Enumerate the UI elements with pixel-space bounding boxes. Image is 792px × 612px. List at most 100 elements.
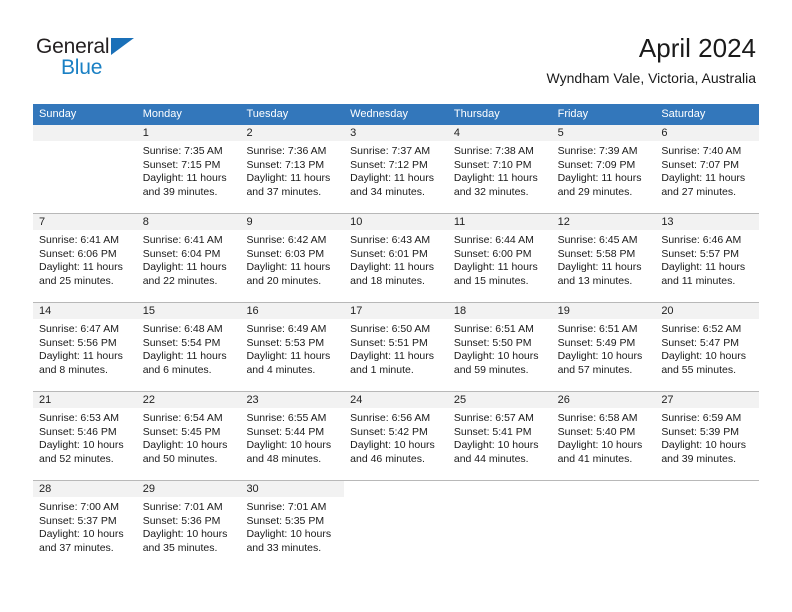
sunrise-time: Sunrise: 6:48 AM — [142, 323, 223, 335]
day-number: 29 — [136, 481, 241, 497]
calendar-day-cell[interactable]: 9 Sunrise: 6:42 AM Sunset: 6:03 PM Daylight… — [240, 214, 345, 302]
calendar-day-cell[interactable]: 29 Sunrise: 7:01 AM Sunset: 5:36 PM Dayligh… — [136, 481, 241, 574]
daylight-duration-line2: and 32 minutes. — [453, 185, 529, 198]
daylight-duration-line2: and 34 minutes. — [350, 185, 425, 198]
calendar-day-cell[interactable]: 17 Sunrise: 6:50 AM Sunset: 5:51 PM Dayligh… — [344, 303, 448, 391]
sunset-time: Sunset: 7:12 PM — [350, 158, 428, 171]
sunrise-time: Sunrise: 7:40 AM — [661, 145, 742, 157]
daylight-duration-line1: Daylight: 11 hours — [39, 350, 123, 363]
weekday-tuesday: Tuesday — [246, 108, 289, 120]
daylight-duration-line1: Daylight: 10 hours — [350, 439, 435, 452]
calendar-day-cell[interactable]: 15 Sunrise: 6:48 AM Sunset: 5:54 PM Dayligh… — [136, 303, 241, 391]
calendar-week-row: 7 Sunrise: 6:41 AM Sunset: 6:06 PM Daylight… — [33, 214, 760, 303]
daylight-duration-line1: Daylight: 10 hours — [557, 350, 643, 363]
daylight-duration-line1: Daylight: 11 hours — [350, 261, 435, 274]
page-title: April 2024 — [638, 33, 756, 63]
daylight-duration-line1: Daylight: 11 hours — [246, 261, 331, 274]
day-number: 27 — [655, 392, 760, 408]
day-number: 22 — [136, 392, 241, 408]
calendar-day-cell[interactable]: 5 Sunrise: 7:39 AM Sunset: 7:09 PM Daylight… — [551, 125, 656, 213]
calendar-day-cell[interactable]: 11 Sunrise: 6:44 AM Sunset: 6:00 PM Dayligh… — [447, 214, 552, 302]
day-details: Sunrise: 6:58 AM Sunset: 5:40 PM Daylight:… — [552, 408, 656, 466]
daylight-duration-line1: Daylight: 11 hours — [661, 261, 746, 274]
daylight-duration-line2: and 37 minutes. — [246, 185, 322, 198]
calendar-day-cell[interactable]: 21 Sunrise: 6:53 AM Sunset: 5:46 PM Dayligh… — [33, 392, 137, 480]
daylight-duration-line2: and 13 minutes. — [557, 274, 633, 287]
day-number: 25 — [447, 392, 552, 408]
calendar-day-cell[interactable]: 10 Sunrise: 6:43 AM Sunset: 6:01 PM Dayligh… — [344, 214, 448, 302]
calendar-day-cell[interactable]: 16 Sunrise: 6:49 AM Sunset: 5:53 PM Dayligh… — [240, 303, 345, 391]
sunrise-time: Sunrise: 6:57 AM — [453, 412, 534, 424]
calendar-day-cell[interactable]: 3 Sunrise: 7:37 AM Sunset: 7:12 PM Daylight… — [344, 125, 448, 213]
sunrise-time: Sunrise: 7:39 AM — [557, 145, 638, 157]
calendar-day-cell[interactable]: 20 Sunrise: 6:52 AM Sunset: 5:47 PM Dayligh… — [655, 303, 760, 391]
sunset-time: Sunset: 5:37 PM — [39, 514, 117, 527]
day-number: 1 — [136, 125, 241, 141]
day-details: Sunrise: 6:45 AM Sunset: 5:58 PM Daylight:… — [552, 230, 656, 288]
calendar-empty-cell — [33, 125, 137, 213]
daylight-duration-line2: and 39 minutes. — [142, 185, 218, 198]
calendar-day-cell[interactable]: 27 Sunrise: 6:59 AM Sunset: 5:39 PM Dayligh… — [655, 392, 760, 480]
sunrise-time: Sunrise: 6:44 AM — [453, 234, 534, 246]
sunset-time: Sunset: 7:07 PM — [661, 158, 739, 171]
calendar-day-cell[interactable]: 2 Sunrise: 7:36 AM Sunset: 7:13 PM Daylight… — [240, 125, 345, 213]
sunrise-time: Sunrise: 7:00 AM — [39, 501, 119, 513]
calendar-day-cell[interactable]: 19 Sunrise: 6:51 AM Sunset: 5:49 PM Dayligh… — [551, 303, 656, 391]
day-details: Sunrise: 6:56 AM Sunset: 5:42 PM Daylight:… — [344, 408, 448, 466]
day-number: 30 — [240, 481, 345, 497]
page-subtitle: Wyndham Vale, Victoria, Australia — [546, 70, 756, 86]
weekday-monday: Monday — [142, 108, 182, 120]
calendar-day-cell[interactable]: 30 Sunrise: 7:01 AM Sunset: 5:35 PM Dayligh… — [240, 481, 345, 574]
day-number: 7 — [33, 214, 137, 230]
calendar-day-cell[interactable]: 28 Sunrise: 7:00 AM Sunset: 5:37 PM Dayligh… — [33, 481, 137, 574]
daylight-duration-line2: and 44 minutes. — [453, 452, 529, 465]
daylight-duration-line1: Daylight: 10 hours — [39, 439, 124, 452]
calendar-day-cell[interactable]: 12 Sunrise: 6:45 AM Sunset: 5:58 PM Dayligh… — [551, 214, 656, 302]
daylight-duration-line2: and 18 minutes. — [350, 274, 425, 287]
calendar-day-cell[interactable]: 22 Sunrise: 6:54 AM Sunset: 5:45 PM Dayligh… — [136, 392, 241, 480]
calendar-day-cell[interactable]: 18 Sunrise: 6:51 AM Sunset: 5:50 PM Dayligh… — [447, 303, 552, 391]
calendar-day-cell[interactable]: 4 Sunrise: 7:38 AM Sunset: 7:10 PM Daylight… — [447, 125, 552, 213]
weekday-saturday: Saturday — [661, 108, 706, 120]
daylight-duration-line1: Daylight: 10 hours — [246, 528, 332, 541]
day-number: 3 — [344, 125, 448, 141]
daylight-duration-line1: Daylight: 11 hours — [246, 172, 331, 185]
sunset-time: Sunset: 7:10 PM — [453, 158, 532, 171]
sunset-time: Sunset: 5:58 PM — [557, 247, 636, 260]
calendar-day-cell[interactable]: 25 Sunrise: 6:57 AM Sunset: 5:41 PM Dayligh… — [447, 392, 552, 480]
calendar-day-cell[interactable]: 26 Sunrise: 6:58 AM Sunset: 5:40 PM Dayligh… — [551, 392, 656, 480]
sunrise-time: Sunrise: 6:53 AM — [39, 412, 119, 424]
day-details: Sunrise: 6:52 AM Sunset: 5:47 PM Daylight:… — [655, 319, 759, 377]
calendar-day-cell[interactable]: 23 Sunrise: 6:55 AM Sunset: 5:44 PM Dayligh… — [240, 392, 345, 480]
daylight-duration-line1: Daylight: 11 hours — [142, 172, 227, 185]
day-details: Sunrise: 6:43 AM Sunset: 6:01 PM Daylight:… — [344, 230, 448, 288]
sunset-time: Sunset: 5:50 PM — [453, 336, 532, 349]
sunset-time: Sunset: 6:03 PM — [246, 247, 325, 260]
day-number: 14 — [33, 303, 137, 319]
day-number: 24 — [344, 392, 448, 408]
sunset-time: Sunset: 5:46 PM — [39, 425, 117, 438]
sunset-time: Sunset: 7:13 PM — [246, 158, 325, 171]
daylight-duration-line1: Daylight: 10 hours — [453, 439, 539, 452]
calendar-day-cell[interactable]: 6 Sunrise: 7:40 AM Sunset: 7:07 PM Daylight… — [655, 125, 760, 213]
calendar-day-cell[interactable]: 14 Sunrise: 6:47 AM Sunset: 5:56 PM Dayligh… — [33, 303, 137, 391]
calendar-day-cell[interactable]: 13 Sunrise: 6:46 AM Sunset: 5:57 PM Dayligh… — [655, 214, 760, 302]
day-details: Sunrise: 6:53 AM Sunset: 5:46 PM Daylight:… — [33, 408, 137, 466]
calendar-day-cell[interactable]: 24 Sunrise: 6:56 AM Sunset: 5:42 PM Dayligh… — [344, 392, 448, 480]
daylight-duration-line1: Daylight: 10 hours — [246, 439, 332, 452]
calendar-day-cell[interactable]: 7 Sunrise: 6:41 AM Sunset: 6:06 PM Daylight… — [33, 214, 137, 302]
day-details: Sunrise: 6:49 AM Sunset: 5:53 PM Daylight:… — [240, 319, 344, 377]
day-details: Sunrise: 7:01 AM Sunset: 5:36 PM Daylight:… — [137, 497, 241, 555]
daylight-duration-line2: and 27 minutes. — [661, 185, 737, 198]
sunset-time: Sunset: 5:36 PM — [142, 514, 221, 527]
daylight-duration-line2: and 57 minutes. — [557, 363, 633, 376]
day-details: Sunrise: 6:41 AM Sunset: 6:04 PM Daylight:… — [137, 230, 241, 288]
calendar-weeks: 1 Sunrise: 7:35 AM Sunset: 7:15 PM Daylight… — [33, 125, 760, 574]
calendar-week-row: 21 Sunrise: 6:53 AM Sunset: 5:46 PM Dayligh… — [33, 392, 760, 481]
sunrise-time: Sunrise: 6:54 AM — [142, 412, 223, 424]
weekday-header-row: Sunday Monday Tuesday Wednesday Thursday… — [33, 104, 759, 125]
title-block: April 2024 Wyndham Vale, Victoria, Austr… — [547, 32, 756, 87]
calendar-day-cell[interactable]: 8 Sunrise: 6:41 AM Sunset: 6:04 PM Daylight… — [136, 214, 241, 302]
sunrise-time: Sunrise: 7:01 AM — [246, 501, 327, 513]
calendar-day-cell[interactable]: 1 Sunrise: 7:35 AM Sunset: 7:15 PM Daylight… — [136, 125, 241, 213]
